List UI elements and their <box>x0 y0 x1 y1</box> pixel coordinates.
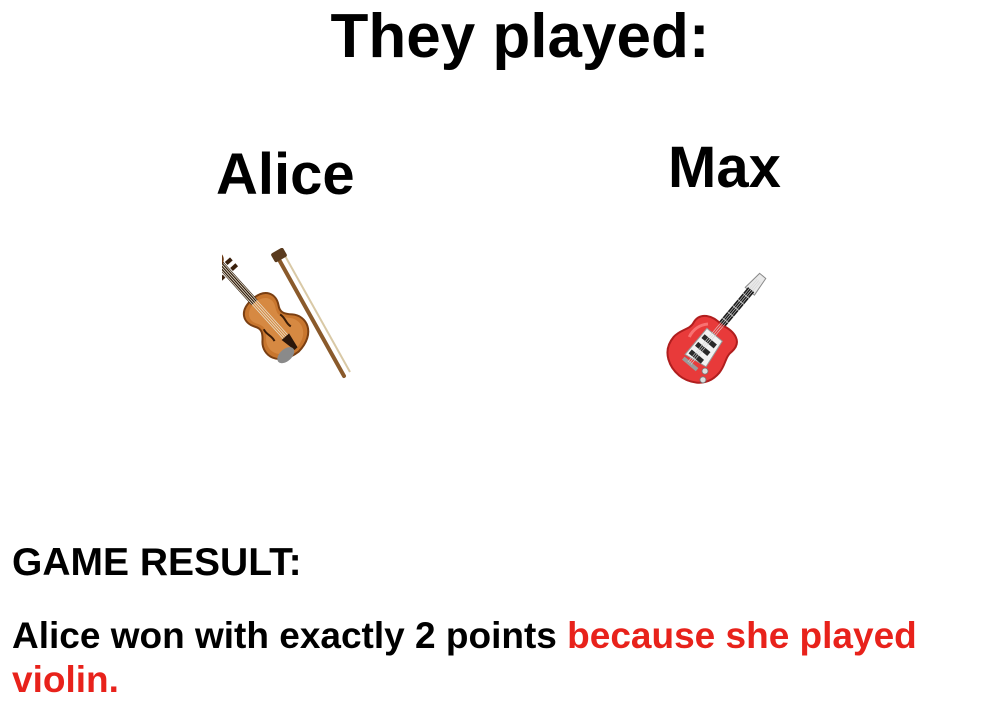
player-name-max: Max <box>668 135 781 200</box>
game-result-plain-text: Alice won with exactly 2 points <box>12 615 568 656</box>
game-result-text: Alice won with exactly 2 points because … <box>12 614 997 702</box>
page-title: They played: <box>330 2 710 71</box>
violin-icon <box>222 248 351 378</box>
player-name-alice: Alice <box>216 142 355 207</box>
electric-guitar-icon <box>666 272 767 384</box>
game-result-heading: GAME RESULT: <box>12 541 302 584</box>
